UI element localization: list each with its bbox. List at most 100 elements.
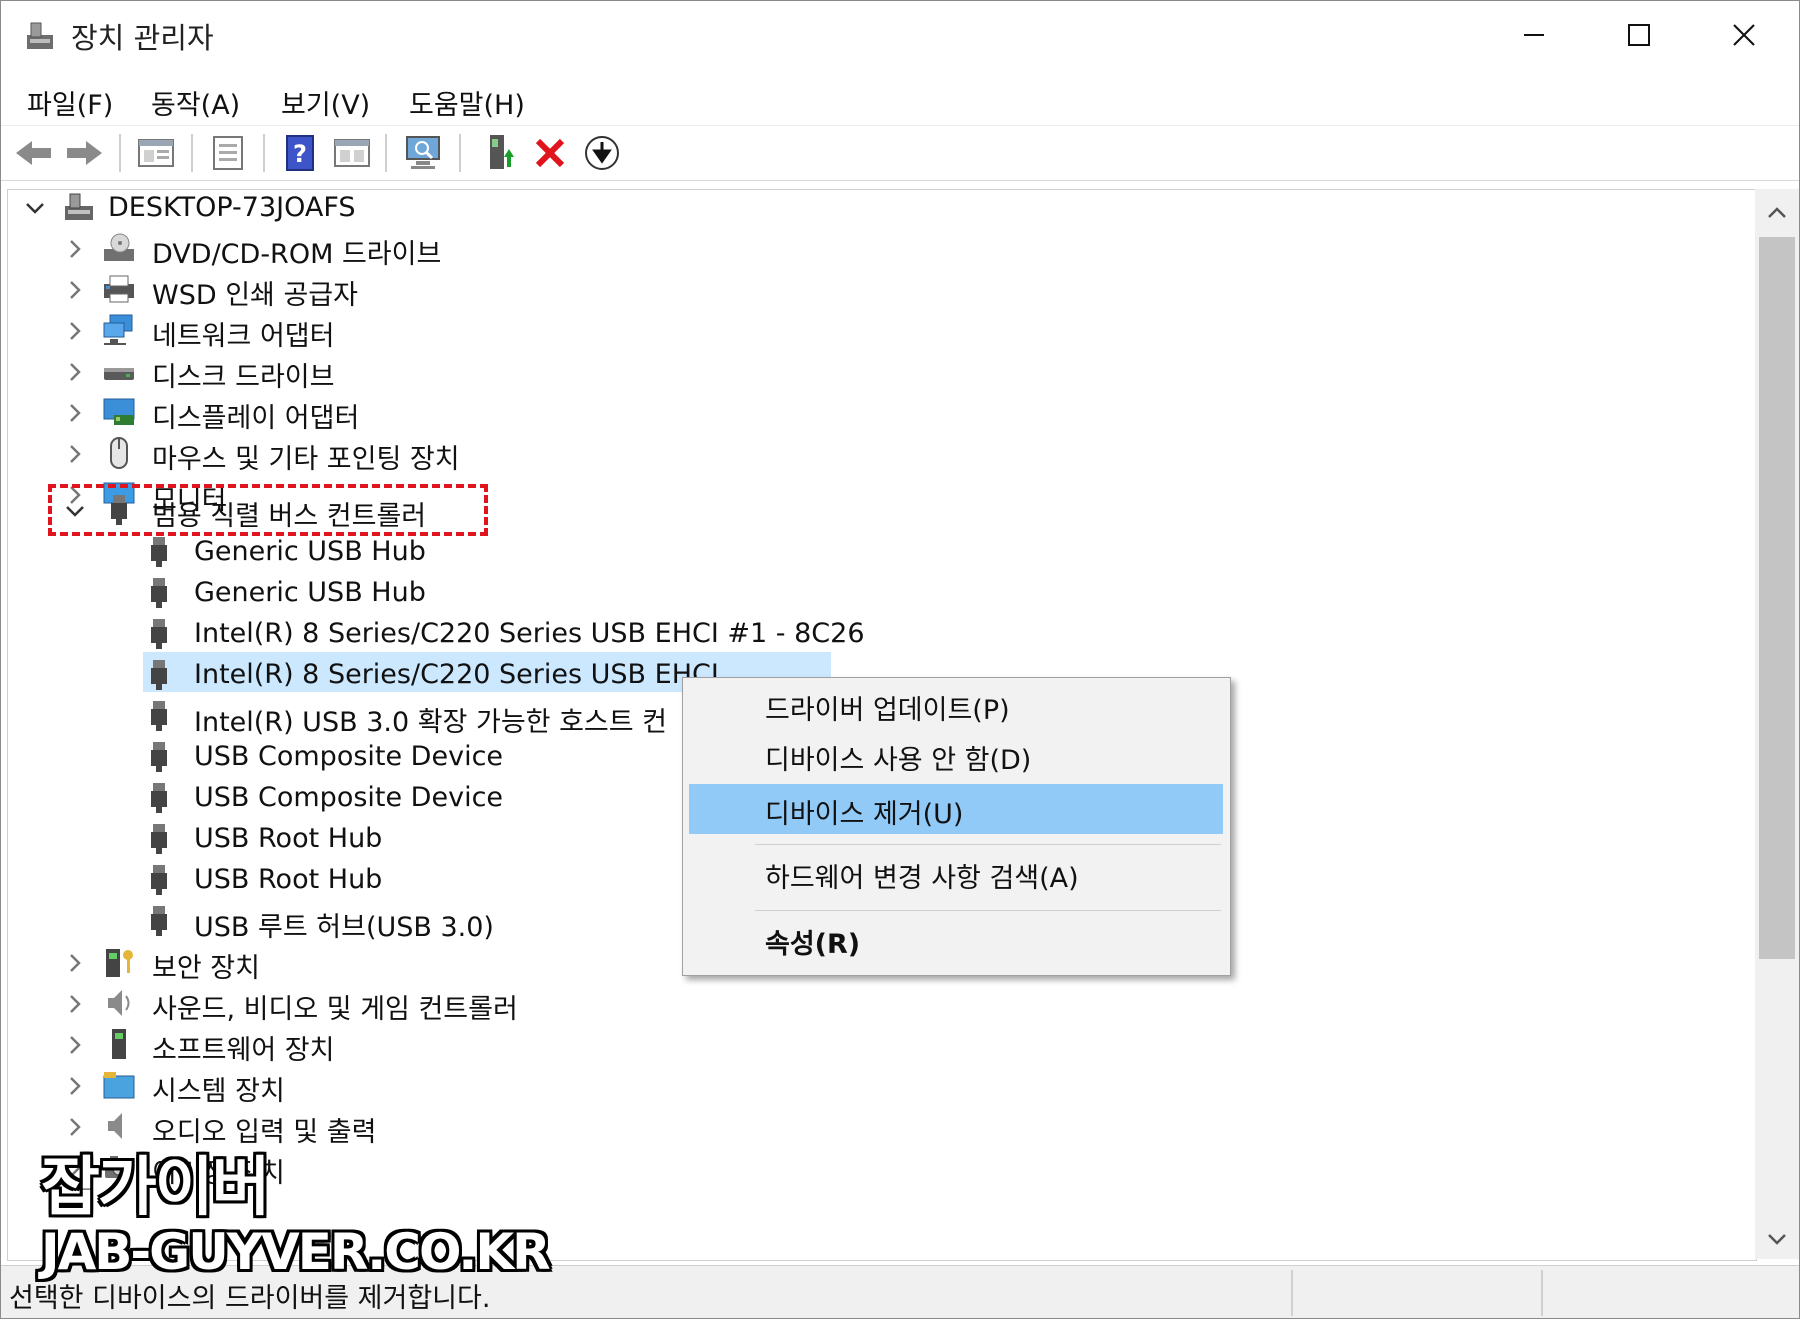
tree-category-row[interactable]: 네트워크 어댑터 <box>8 310 608 352</box>
forward-button[interactable] <box>63 132 105 174</box>
chevron-right-icon[interactable] <box>62 400 88 426</box>
properties-sheet-icon <box>213 136 243 170</box>
help-button[interactable]: ? <box>279 132 321 174</box>
properties-button[interactable] <box>207 132 249 174</box>
tree-category-row[interactable]: 소프트웨어 장치 <box>8 1024 708 1066</box>
usb-connector-icon <box>151 865 167 895</box>
security-device-icon <box>106 949 133 977</box>
menu-action[interactable]: 동작(A) <box>143 79 248 126</box>
svg-text:?: ? <box>293 140 307 168</box>
system-device-icon <box>103 1072 135 1099</box>
menu-help[interactable]: 도움말(H) <box>401 79 533 126</box>
device-label: Intel(R) USB 3.0 확장 가능한 호스트 컨 <box>194 707 668 738</box>
usb-device-row[interactable]: Generic USB Hub <box>8 573 708 613</box>
usb-device-row[interactable]: USB Root Hub <box>8 860 708 900</box>
tree-category-row[interactable]: 사운드, 비디오 및 게임 컨트롤러 <box>8 983 708 1025</box>
chevron-right-icon[interactable] <box>62 1032 88 1058</box>
chevron-down-icon[interactable] <box>22 195 48 221</box>
menu-item-label: 속성(R) <box>765 929 861 960</box>
chevron-right-icon[interactable] <box>62 991 88 1017</box>
display-adapter-icon <box>103 398 135 425</box>
tree-category-row-expanded[interactable]: 범용 직렬 버스 컨트롤러 <box>8 490 608 532</box>
status-divider <box>1541 1270 1543 1316</box>
close-icon <box>1732 24 1755 46</box>
usb-device-row[interactable]: USB Composite Device <box>8 778 708 818</box>
menu-view[interactable]: 보기(V) <box>273 79 378 126</box>
usb-device-row[interactable]: USB Root Hub <box>8 819 708 859</box>
scroll-down-icon[interactable] <box>1767 1233 1787 1247</box>
usb-device-row-selected[interactable]: Intel(R) 8 Series/C220 Series USB EHCI #… <box>8 614 908 654</box>
menu-item-label: 디바이스 제거(U) <box>765 799 964 830</box>
menu-bar: 파일(F) 동작(A) 보기(V) 도움말(H) <box>1 71 1799 125</box>
tree-category-row[interactable]: DVD/CD-ROM 드라이브 <box>8 228 608 270</box>
download-driver-button[interactable] <box>581 132 623 174</box>
usb-device-row[interactable]: USB Composite Device <box>8 737 708 777</box>
menu-item-label: 드라이버 업데이트(P) <box>765 695 1010 726</box>
scrollbar-thumb[interactable] <box>1759 237 1795 959</box>
chevron-right-icon[interactable] <box>62 950 88 976</box>
usb-device-row[interactable]: USB 루트 허브(USB 3.0) <box>8 901 708 943</box>
tree-category-row[interactable]: WSD 인쇄 공급자 <box>8 269 608 311</box>
category-label: 소프트웨어 장치 <box>152 1035 335 1066</box>
usb-connector-icon <box>151 906 167 936</box>
category-label: 시스템 장치 <box>152 1076 285 1107</box>
device-label: Intel(R) 8 Series/C220 Series USB EHCI #… <box>194 618 865 649</box>
disk-drive-icon <box>104 368 134 380</box>
uninstall-device-button[interactable] <box>529 132 571 174</box>
usb-connector-icon <box>151 824 167 854</box>
help-book-icon: ? <box>286 135 314 171</box>
menu-item-label: 디바이스 사용 안 함(D) <box>765 745 1032 776</box>
tree-category-row[interactable]: 마우스 및 기타 포인팅 장치 <box>8 433 608 475</box>
usb-connector-icon <box>151 537 167 567</box>
usb-connector-icon <box>111 495 127 525</box>
chevron-right-icon[interactable] <box>62 318 88 344</box>
usb-connector-icon <box>151 619 167 649</box>
view-panel-icon <box>334 139 370 167</box>
update-driver-icon <box>490 135 514 169</box>
category-label: 범용 직렬 버스 컨트롤러 <box>152 501 427 532</box>
usb-connector-icon <box>151 783 167 813</box>
menu-scan-hardware-changes[interactable]: 하드웨어 변경 사항 검색(A) <box>689 848 1223 898</box>
show-hide-console-tree-button[interactable] <box>135 132 177 174</box>
red-x-icon <box>535 138 565 168</box>
minimize-button[interactable] <box>1481 1 1586 69</box>
chevron-right-icon[interactable] <box>62 1073 88 1099</box>
menu-properties[interactable]: 속성(R) <box>689 914 1223 964</box>
chevron-right-icon[interactable] <box>62 441 88 467</box>
tree-category-row[interactable]: 보안 장치 <box>8 942 708 984</box>
scan-monitor-icon <box>406 136 440 169</box>
menu-uninstall-device[interactable]: 디바이스 제거(U) <box>689 784 1223 834</box>
back-button[interactable] <box>13 132 55 174</box>
tree-category-row[interactable]: 디스플레이 어댑터 <box>8 392 608 434</box>
menu-update-driver[interactable]: 드라이버 업데이트(P) <box>689 680 1223 730</box>
scan-hardware-button[interactable] <box>403 132 445 174</box>
chevron-right-icon[interactable] <box>62 236 88 262</box>
view-button[interactable] <box>331 132 373 174</box>
update-driver-button[interactable] <box>479 132 521 174</box>
usb-device-row[interactable]: Generic USB Hub <box>8 532 708 572</box>
category-label: WSD 인쇄 공급자 <box>152 280 358 311</box>
software-device-icon <box>112 1029 126 1059</box>
device-label: USB Composite Device <box>194 741 504 772</box>
category-label: 사운드, 비디오 및 게임 컨트롤러 <box>152 994 518 1025</box>
maximize-button[interactable] <box>1586 1 1691 69</box>
close-button[interactable] <box>1691 1 1796 69</box>
dvd-drive-icon <box>104 233 134 261</box>
device-label: USB Composite Device <box>194 782 504 813</box>
status-text: 선택한 디바이스의 드라이버를 제거합니다. <box>9 1283 491 1314</box>
chevron-down-icon[interactable] <box>62 498 88 524</box>
menu-disable-device[interactable]: 디바이스 사용 안 함(D) <box>689 730 1223 780</box>
menu-separator <box>755 910 1221 911</box>
tree-root-row[interactable]: DESKTOP-73JOAFS <box>8 190 608 228</box>
title-bar: 장치 관리자 <box>1 1 1799 69</box>
mouse-icon <box>110 437 128 469</box>
menu-file[interactable]: 파일(F) <box>19 79 121 126</box>
vertical-scrollbar[interactable] <box>1755 189 1799 1259</box>
tree-category-row[interactable]: 시스템 장치 <box>8 1065 708 1107</box>
device-label: Generic USB Hub <box>194 536 426 567</box>
scroll-up-icon[interactable] <box>1767 205 1787 219</box>
chevron-right-icon[interactable] <box>62 277 88 303</box>
category-label: DVD/CD-ROM 드라이브 <box>152 239 442 270</box>
tree-category-row[interactable]: 디스크 드라이브 <box>8 351 608 393</box>
chevron-right-icon[interactable] <box>62 359 88 385</box>
